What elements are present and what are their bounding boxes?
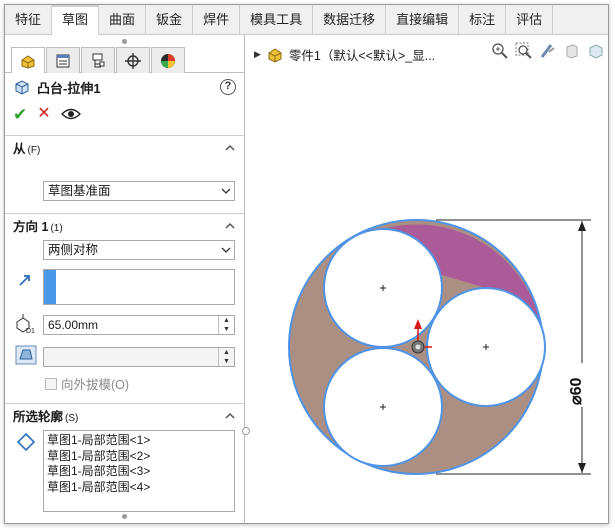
contours-shortcut: (S) [65,413,79,424]
draft-outward-option[interactable]: 向外拔模(O) [45,374,129,393]
appearance-pie-icon [161,53,175,68]
depth-input[interactable]: 65.00mm ▲ ▼ [43,315,235,335]
dimension-arrow-bottom [578,463,586,473]
tab-weldments[interactable]: 焊件 [193,5,241,35]
depth-d1-icon: D1 [16,314,35,334]
dimension-label[interactable]: ⌀60 [568,377,585,405]
configuration-icon [92,53,105,67]
command-tab-bar: 特征 草图 曲面 钣金 焊件 模具工具 数据迁移 直接编辑 标注 评估 [5,5,608,35]
from-group-shortcut: (F) [27,145,41,156]
svg-text:D1: D1 [26,328,35,334]
configuration-manager-tab[interactable] [81,47,115,73]
panel-grip[interactable] [5,35,244,47]
draft-outward-label: 向外拔模(O) [61,378,130,392]
chevron-up-icon[interactable] [224,220,236,232]
from-start-value: 草图基准面 [48,184,111,198]
draft-toggle-icon[interactable] [15,345,37,365]
property-manager-panel: 凸台-拉伸1 ? ✔ ✕ 从 (F) 草图基准面 方向 1 (1) 两侧对称 D… [5,35,245,523]
end-condition-value: 两侧对称 [48,243,99,257]
tab-annotation[interactable]: 标注 [459,5,507,35]
tab-features[interactable]: 特征 [5,5,53,35]
contours-group-header[interactable]: 所选轮廓 (S) [5,403,244,427]
chevron-down-icon [221,247,231,253]
panel-bottom-grip[interactable] [5,510,244,522]
depth-spinner[interactable]: ▲ ▼ [218,316,234,334]
tab-evaluate[interactable]: 评估 [506,5,554,35]
action-buttons: ✔ ✕ [5,101,244,127]
boss-extrude-icon [15,80,29,95]
spin-down-icon[interactable]: ▼ [219,325,234,334]
from-group-label: 从 [13,142,26,156]
direction-number: 1 [41,220,49,234]
crosshair-icon [125,52,141,69]
property-list-icon [56,54,70,67]
tab-direct-editing[interactable]: 直接编辑 [386,5,460,35]
manager-tabs [5,47,244,73]
chevron-up-icon[interactable] [224,142,236,154]
help-icon[interactable]: ? [220,79,236,95]
spin-up-icon[interactable]: ▲ [219,348,234,357]
spin-down-icon[interactable]: ▼ [219,357,234,366]
draft-spinner[interactable]: ▲ ▼ [218,348,234,366]
graphics-area[interactable]: ▶ 零件1（默认<<默认>_显... ⌀60 [242,35,608,523]
tab-data-migration[interactable]: 数据迁移 [313,5,387,35]
sketch-canvas[interactable]: ⌀60 [246,35,608,523]
direction-shortcut: (1) [50,223,63,234]
list-item[interactable]: 草图1-局部范围<4> [47,480,231,496]
display-manager-tab[interactable] [151,47,185,73]
contour-diamond-icon [17,433,35,451]
solidworks-window: 特征 草图 曲面 钣金 焊件 模具工具 数据迁移 直接编辑 标注 评估 凸台-拉… [4,4,609,524]
feature-tree-icon [21,54,35,69]
direction-group-header[interactable]: 方向 1 (1) [5,213,244,237]
spin-up-icon[interactable]: ▲ [219,316,234,325]
from-start-select[interactable]: 草图基准面 [43,181,235,201]
draft-angle-input[interactable]: ▲ ▼ [43,347,235,367]
feature-header: 凸台-拉伸1 ? [5,73,244,101]
dimension-arrow-top [578,221,586,231]
chevron-down-icon [221,188,231,194]
dimxpert-tab[interactable] [116,47,150,73]
contours-group-label: 所选轮廓 [13,410,64,424]
tab-mold-tools[interactable]: 模具工具 [240,5,314,35]
cancel-x-icon[interactable]: ✕ [37,106,50,122]
list-item[interactable]: 草图1-局部范围<1> [47,433,231,449]
depth-value: 65.00mm [48,318,99,332]
direction-group-label: 方向 [13,220,39,234]
draft-outward-checkbox[interactable] [45,377,57,390]
preview-eye-icon[interactable] [60,107,81,121]
selected-contours-list[interactable]: 草图1-局部范围<1> 草图1-局部范围<2> 草图1-局部范围<3> 草图1-… [43,430,235,512]
tab-surfaces[interactable]: 曲面 [99,5,147,35]
selection-indicator [44,270,56,304]
chevron-up-icon[interactable] [224,410,236,422]
ok-check-icon[interactable]: ✔ [13,106,27,123]
direction-reference-box[interactable] [43,269,235,305]
tab-sketch[interactable]: 草图 [52,5,100,35]
end-condition-select[interactable]: 两侧对称 [43,240,235,260]
from-group-header[interactable]: 从 (F) [5,135,244,159]
tab-sheet-metal[interactable]: 钣金 [146,5,194,35]
reverse-direction-icon[interactable] [17,272,33,288]
list-item[interactable]: 草图1-局部范围<3> [47,464,231,480]
property-manager-tab[interactable] [46,47,80,73]
feature-title: 凸台-拉伸1 [37,80,101,96]
feature-manager-tab[interactable] [11,47,45,73]
list-item[interactable]: 草图1-局部范围<2> [47,449,231,465]
